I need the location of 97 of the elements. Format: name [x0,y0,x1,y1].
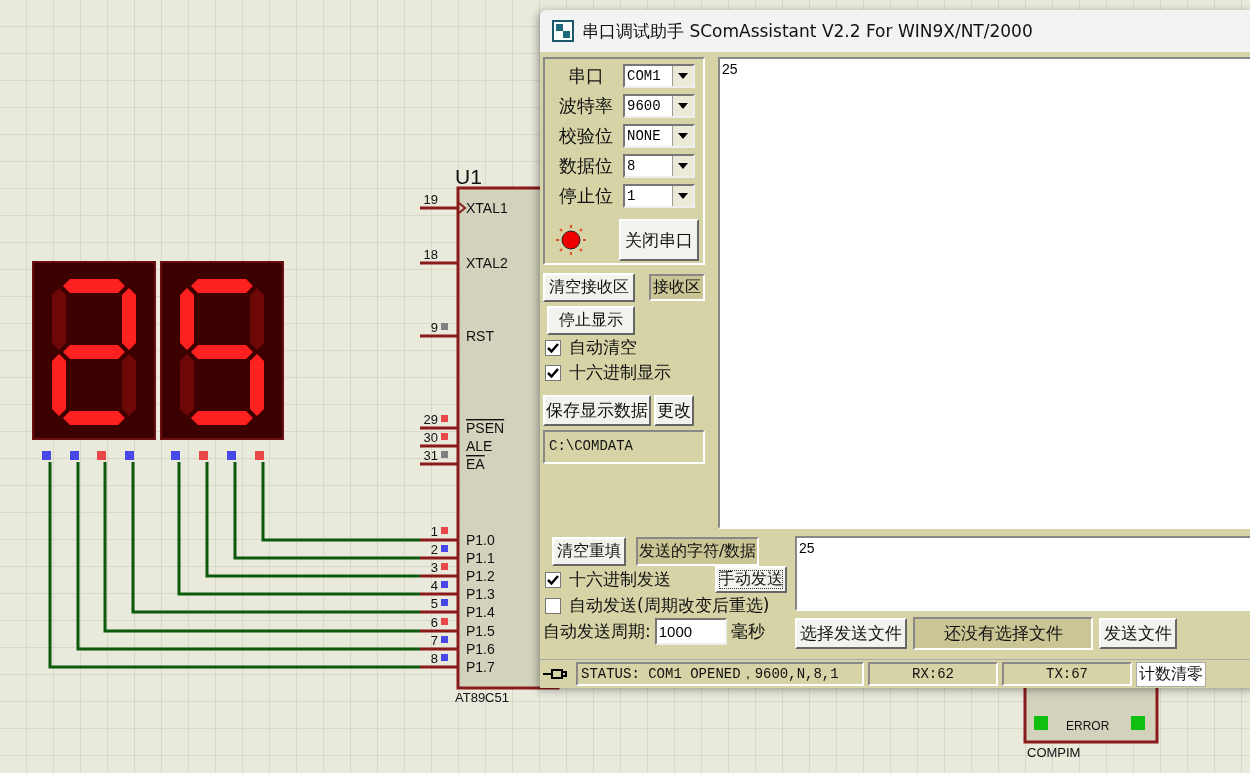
pin-line [420,610,458,614]
pin-line [420,538,458,542]
checkbox[interactable] [545,339,561,356]
pin-label: EA [466,456,485,472]
pin-number: 8 [430,651,438,666]
file-status: 还没有选择文件 [913,617,1093,651]
pin-number: 18 [423,247,438,262]
send-area[interactable]: 25 [795,536,1250,612]
pin-number: 29 [423,412,438,427]
checkbox-label: 十六进制显示 [569,361,671,384]
checkbox-label: 自动发送(周期改变后重选) [569,594,770,618]
chip-reference: U1 [455,165,482,188]
pin-label: XTAL2 [466,255,508,271]
pin-number: 5 [430,596,438,611]
clock-icon [458,202,467,214]
pin-label: P1.3 [466,586,495,602]
pin-number: 30 [423,430,438,445]
dropdown[interactable]: NONE [623,124,695,148]
pin-line [420,592,458,596]
period-label: 自动发送周期: [543,620,651,644]
pin-label: P1.4 [466,604,495,620]
pin-line [420,261,458,265]
pin-number: 31 [423,448,438,463]
pin-marker [1131,716,1145,730]
checkbox-label: 十六进制发送 [569,568,671,592]
pin-number: 4 [430,578,438,593]
pin-line [420,444,458,448]
change-button[interactable]: 更改 [654,395,694,426]
setting-label: 波特率 [558,94,614,118]
pin-line [420,426,458,430]
pin-label: P1.5 [466,623,495,639]
caret-icon [678,73,688,79]
pin-label: P1.7 [466,659,495,675]
setting-label: 数据位 [558,154,614,178]
caret-icon [678,163,688,169]
send-file-button[interactable]: 发送文件 [1099,618,1177,650]
pin-number: 7 [430,633,438,648]
chip-part-name: AT89C51 [455,690,509,705]
pin-label: P1.0 [466,532,495,548]
pin-label: P1.6 [466,641,495,657]
pin-number: 6 [430,615,438,630]
stop-display-button[interactable]: 停止显示 [547,306,635,335]
pin-label: PSEN [466,420,505,436]
dropdown[interactable]: COM1 [623,64,695,88]
pin-number: 19 [423,192,438,207]
reset-count-button[interactable]: 计数清零 [1136,661,1206,687]
rx-count: RX:62 [868,662,998,686]
save-data-button[interactable]: 保存显示数据 [543,395,651,426]
caret-icon [678,103,688,109]
pin-label: RST [466,328,494,344]
period-field[interactable]: 1000 [654,618,727,646]
tx-count: TX:67 [1002,662,1132,686]
pin-line [420,462,458,466]
pin-line [420,556,458,560]
checkbox-label: 自动清空 [569,336,637,359]
checkbox[interactable] [545,571,561,588]
receive-area[interactable]: 25 [718,57,1250,530]
pin-label: ALE [466,438,493,454]
pin-label: P1.2 [466,568,495,584]
pin-line [420,647,458,651]
pin-number: 1 [430,524,438,539]
close-port-button[interactable]: 关闭串口 [619,219,699,261]
caret-icon [678,133,688,139]
pin-number: 2 [430,542,438,557]
area-label: 接收区 [649,274,705,301]
pin-marker [1034,716,1048,730]
clear-receive-button[interactable]: 清空接收区 [543,273,635,302]
manual-send-button[interactable]: 手动发送 [715,566,787,594]
pin-line [420,665,458,669]
setting-label: 停止位 [558,184,614,208]
component-status: ERROR [1066,719,1110,733]
pin-line [420,206,458,210]
caret-icon [678,193,688,199]
dropdown[interactable]: 1 [623,184,695,208]
dropdown[interactable]: 9600 [623,94,695,118]
pin-line [420,334,458,338]
unit-label: 毫秒 [730,620,765,644]
area-label: 发送的字符/数据 [636,537,760,567]
path-field[interactable]: C:\COMDATA [543,430,705,464]
checkbox[interactable] [545,597,561,614]
pin-line [420,574,458,578]
pin-icon [542,666,568,682]
window-title: 串口调试助手 SComAssistant V2.2 For WIN9X/NT/2000 [582,19,1033,43]
pin-number: 3 [430,560,438,575]
setting-label: 串口 [567,64,605,88]
pin-label: P1.1 [466,550,495,566]
component-name: COMPIM [1027,745,1081,760]
clear-send-button[interactable]: 清空重填 [552,537,626,567]
dropdown[interactable]: 8 [623,154,695,178]
app-icon [552,20,574,42]
setting-label: 校验位 [558,124,614,148]
pin-label: XTAL1 [466,200,508,216]
status-text: STATUS: COM1 OPENED，9600,N,8,1 [576,662,864,686]
pin-line [420,629,458,633]
checkbox[interactable] [545,364,561,381]
pin-number: 9 [430,320,438,335]
select-file-button[interactable]: 选择发送文件 [795,618,907,650]
